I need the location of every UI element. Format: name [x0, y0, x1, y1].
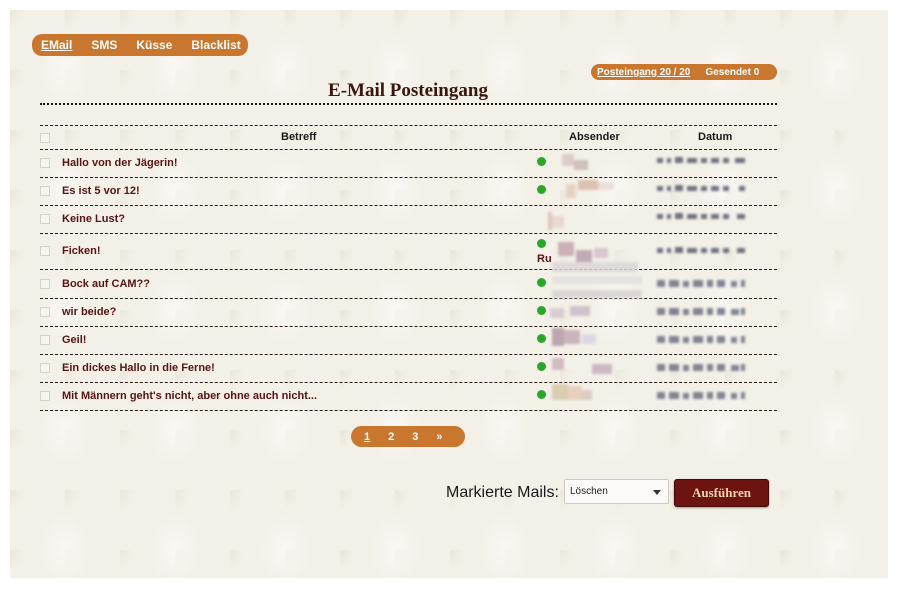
mail-subject[interactable]: Bock auf CAM??: [62, 278, 150, 290]
online-status-icon: [537, 185, 546, 194]
online-status-icon: [537, 390, 546, 399]
next-page-link[interactable]: »: [436, 431, 442, 443]
redacted-date-column: [657, 157, 745, 399]
nav-email[interactable]: EMail: [41, 38, 72, 52]
header-date: Datum: [698, 131, 733, 143]
online-status-icon: [537, 334, 546, 343]
row-checkbox[interactable]: [40, 186, 50, 196]
bulk-action-select[interactable]: Löschen: [564, 479, 669, 504]
nav-kuesse[interactable]: Küsse: [136, 38, 172, 52]
bulk-action-label: Markierte Mails:: [446, 484, 559, 501]
row-checkbox[interactable]: [40, 158, 50, 168]
table-top-rule: [40, 125, 777, 126]
mail-subject[interactable]: Ficken!: [62, 245, 101, 257]
page-2-link[interactable]: 2: [388, 431, 394, 443]
header-subject: Betreff: [281, 131, 317, 143]
row-checkbox[interactable]: [40, 279, 50, 289]
bulk-action-selected: Löschen: [570, 486, 608, 497]
online-status-icon: [537, 362, 546, 371]
mail-subject[interactable]: Geil!: [62, 334, 86, 346]
chevron-down-icon: [653, 490, 661, 495]
header-sender: Absender: [569, 131, 620, 143]
online-status-icon: [537, 306, 546, 315]
title-divider: [40, 103, 777, 105]
online-status-icon: [537, 278, 546, 287]
redacted-sender-column: [548, 154, 642, 400]
mail-subject[interactable]: Es ist 5 vor 12!: [62, 185, 140, 197]
page-title: E-Mail Posteingang: [328, 80, 488, 101]
mail-subject[interactable]: Hallo von der Jägerin!: [62, 157, 178, 169]
row-checkbox[interactable]: [40, 307, 50, 317]
folder-sent[interactable]: Gesendet 0: [705, 67, 759, 78]
online-status-icon: [537, 157, 546, 166]
mail-subject[interactable]: wir beide?: [62, 306, 116, 318]
page-1-link[interactable]: 1: [364, 431, 370, 443]
row-checkbox[interactable]: [40, 391, 50, 401]
select-all-checkbox[interactable]: [40, 133, 50, 143]
execute-button[interactable]: Ausführen: [674, 479, 769, 507]
online-status-icon: [537, 239, 546, 248]
pagination: 1 2 3 »: [351, 426, 465, 447]
folder-inbox[interactable]: Posteingang 20 / 20: [597, 67, 690, 78]
nav-blacklist[interactable]: Blacklist: [191, 38, 240, 52]
row-checkbox[interactable]: [40, 214, 50, 224]
row-checkbox[interactable]: [40, 246, 50, 256]
mail-subject[interactable]: Mit Männern geht's nicht, aber ohne auch…: [62, 390, 317, 402]
mail-subject[interactable]: Keine Lust?: [62, 213, 125, 225]
page-3-link[interactable]: 3: [412, 431, 418, 443]
mail-subject[interactable]: Ein dickes Hallo in die Ferne!: [62, 362, 215, 374]
row-checkbox[interactable]: [40, 335, 50, 345]
folder-nav: Posteingang 20 / 20 Gesendet 0: [591, 64, 777, 80]
nav-sms[interactable]: SMS: [91, 38, 117, 52]
row-checkbox[interactable]: [40, 363, 50, 373]
main-nav: EMail SMS Küsse Blacklist: [32, 34, 248, 56]
